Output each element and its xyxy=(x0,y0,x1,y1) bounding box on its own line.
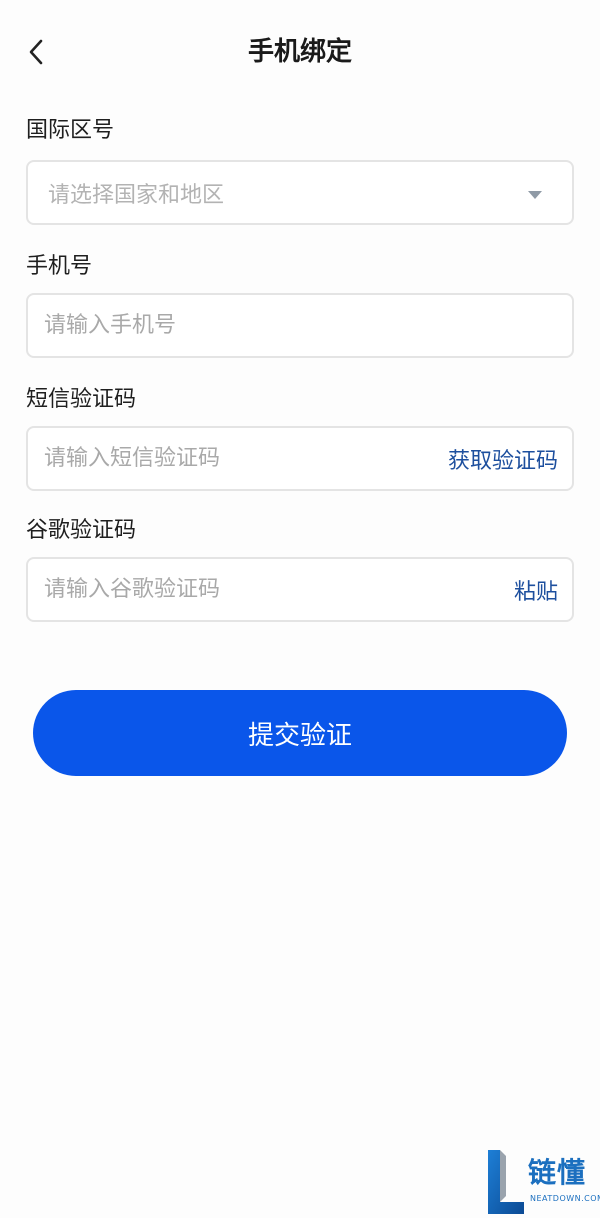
watermark-brand: 链懂 xyxy=(528,1156,587,1189)
sms-code-label: 短信验证码 xyxy=(26,387,137,412)
region-select-placeholder: 请选择国家和地区 xyxy=(48,182,225,208)
phone-label: 手机号 xyxy=(26,254,93,279)
region-label: 国际区号 xyxy=(26,118,115,143)
phone-field-box xyxy=(26,293,574,358)
google-code-input[interactable] xyxy=(44,577,514,602)
watermark: 链懂 NEATDOWN.COM xyxy=(484,1146,600,1216)
watermark-domain: NEATDOWN.COM xyxy=(530,1194,600,1203)
paste-button[interactable]: 粘贴 xyxy=(514,574,558,606)
submit-button[interactable]: 提交验证 xyxy=(33,690,567,776)
get-code-button[interactable]: 获取验证码 xyxy=(448,443,558,475)
google-code-field-box: 粘贴 xyxy=(26,557,574,622)
brand-logo-icon xyxy=(488,1150,524,1214)
phone-input[interactable] xyxy=(44,313,558,338)
page-title: 手机绑定 xyxy=(247,37,352,67)
header: 手机绑定 xyxy=(0,0,600,104)
google-code-label: 谷歌验证码 xyxy=(26,518,137,543)
sms-code-input[interactable] xyxy=(44,446,448,471)
caret-down-icon xyxy=(528,190,542,199)
sms-code-field-box: 获取验证码 xyxy=(26,426,574,491)
region-select[interactable]: 请选择国家和地区 xyxy=(26,160,574,225)
